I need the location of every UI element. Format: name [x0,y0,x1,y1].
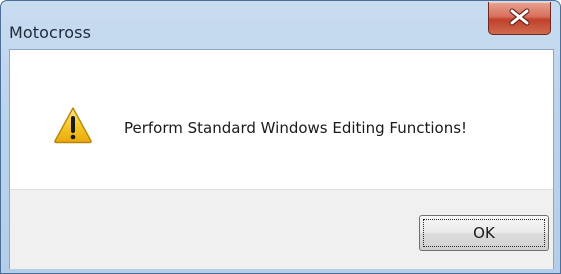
warning-icon [54,107,92,144]
message-text: Perform Standard Windows Editing Functio… [124,119,468,137]
close-button[interactable] [488,2,551,35]
button-area: OK [10,189,553,269]
message-dialog: Motocross Perform Standard Windows Editi… [0,0,561,274]
title-bar[interactable]: Motocross [1,1,560,49]
window-title: Motocross [9,23,92,42]
close-icon [509,8,530,26]
ok-button-label: OK [423,219,545,247]
dialog-content: Perform Standard Windows Editing Functio… [9,49,554,269]
ok-button[interactable]: OK [419,215,549,251]
message-area: Perform Standard Windows Editing Functio… [10,50,553,189]
